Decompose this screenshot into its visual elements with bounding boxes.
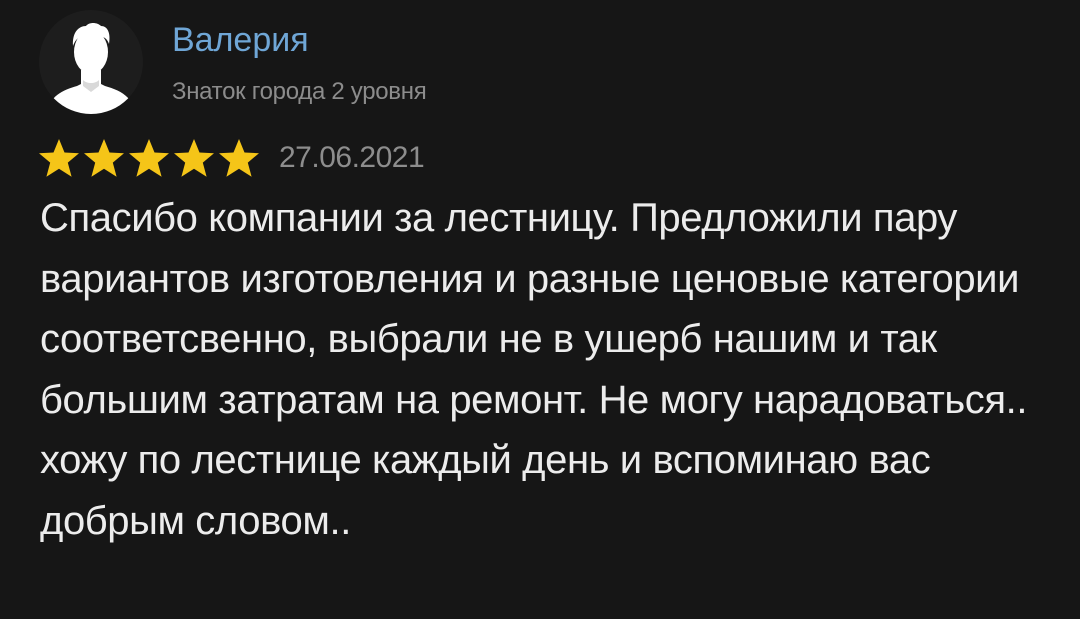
review-card: Валерия Знаток города 2 уровня 27.06.202… <box>0 0 1080 619</box>
star-icon <box>172 138 216 178</box>
review-date: 27.06.2021 <box>279 141 425 174</box>
avatar[interactable] <box>39 10 143 114</box>
star-icon <box>82 138 126 178</box>
author-level: Знаток города 2 уровня <box>172 78 427 105</box>
review-text: Спасибо компании за лестницу. Предложили… <box>40 196 1028 543</box>
star-icon <box>127 138 171 178</box>
star-icon <box>217 138 261 178</box>
user-silhouette-icon <box>47 23 135 114</box>
rating-row: 27.06.2021 <box>37 138 425 178</box>
star-rating <box>37 138 262 178</box>
author-name[interactable]: Валерия <box>172 20 309 60</box>
star-icon <box>37 138 81 178</box>
